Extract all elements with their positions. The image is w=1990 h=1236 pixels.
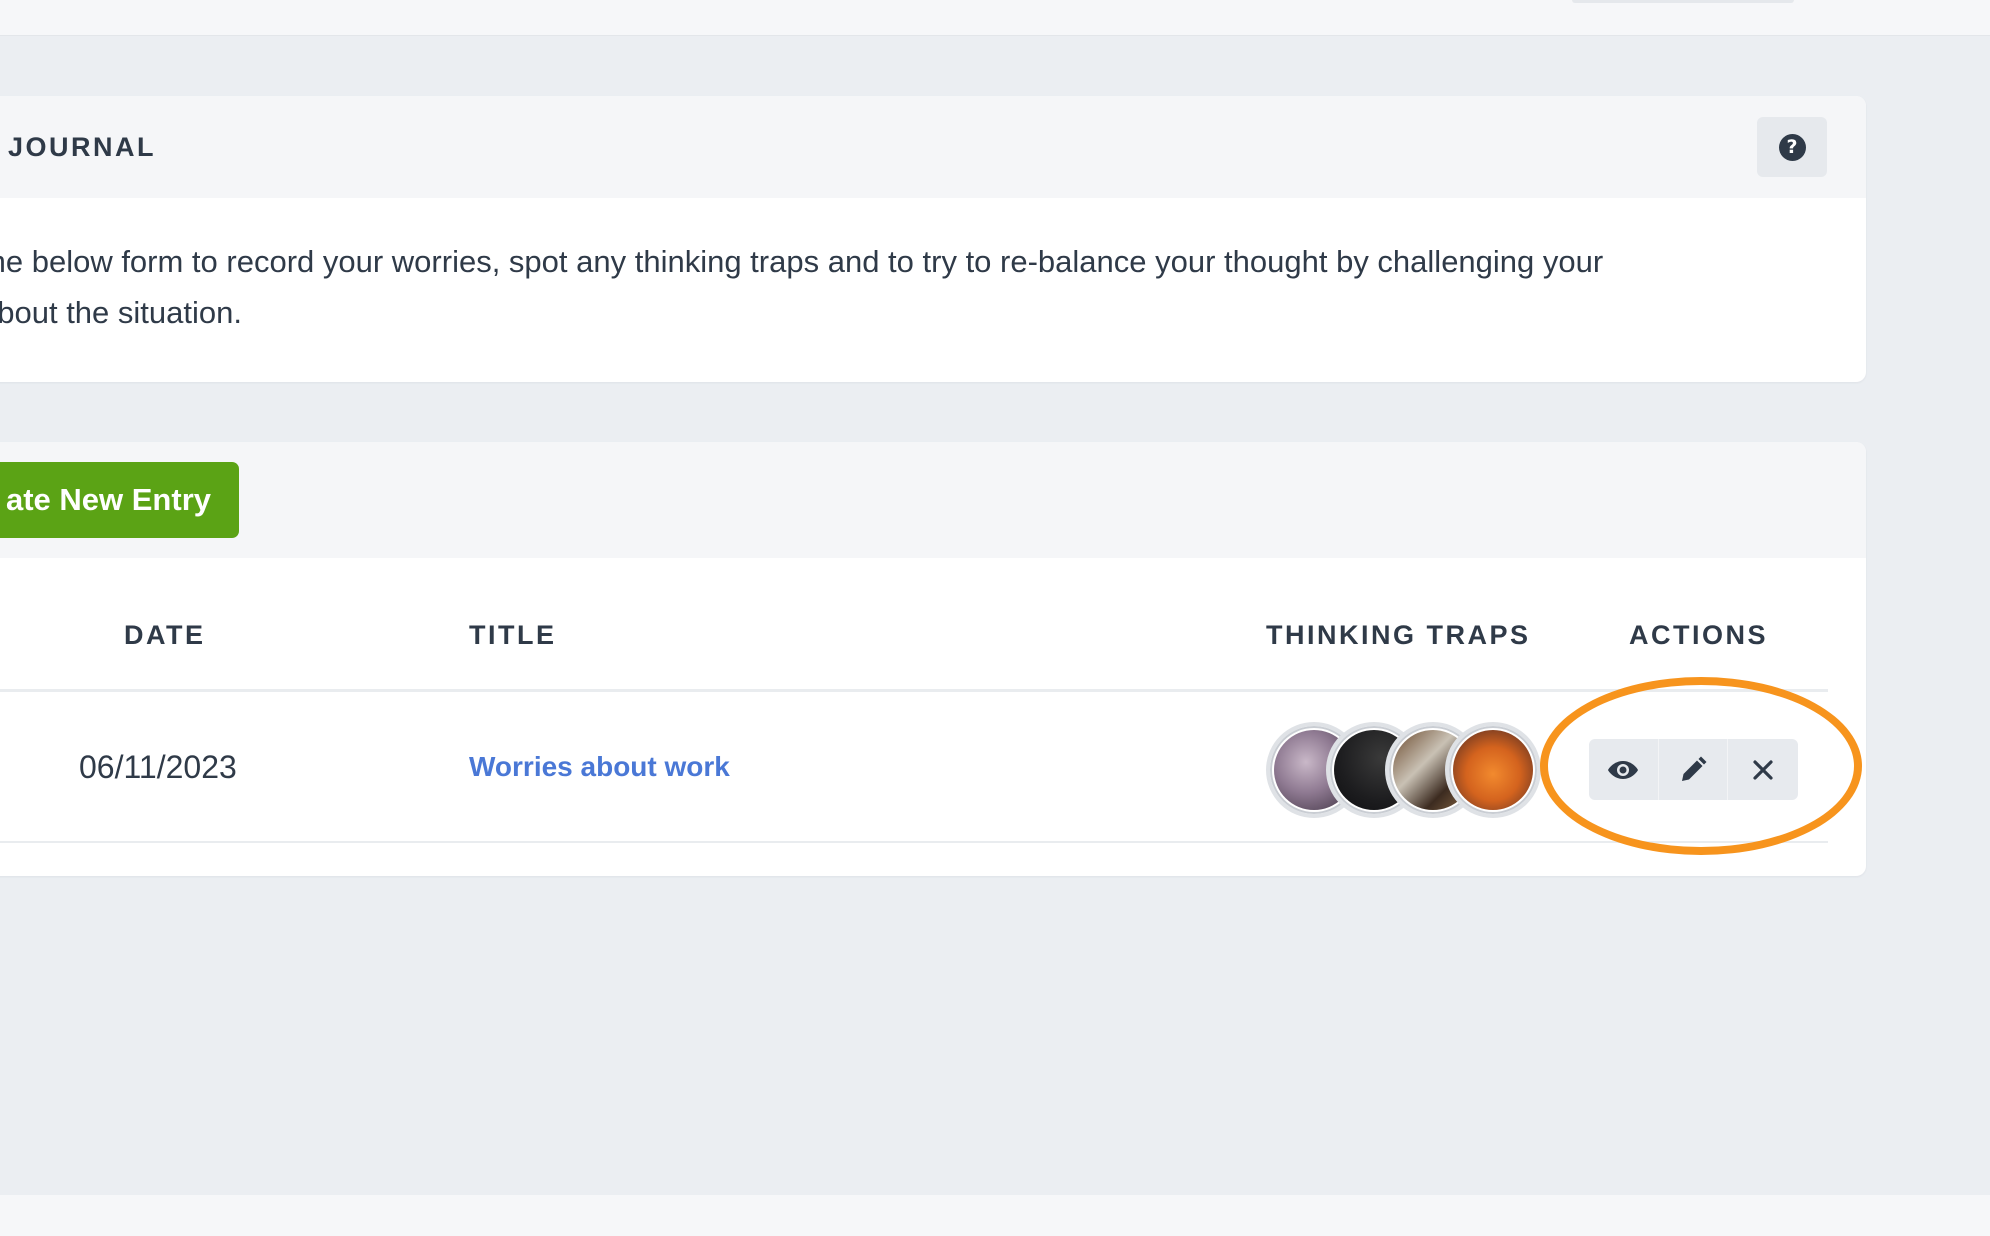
entry-date: 06/11/2023 xyxy=(79,749,237,785)
entries-card: ate New Entry DATE TITLE THINKING TRAPS … xyxy=(0,442,1866,876)
journal-intro: the below form to record your worries, s… xyxy=(0,236,1840,338)
create-new-entry-button[interactable]: ate New Entry xyxy=(0,462,239,538)
close-icon xyxy=(1753,759,1773,780)
help-button[interactable]: ? xyxy=(1757,117,1827,177)
view-button[interactable] xyxy=(1589,739,1659,800)
journal-intro-line-1: the below form to record your worries, s… xyxy=(0,244,1604,279)
top-bar-control[interactable] xyxy=(1572,0,1794,3)
thinking-traps-group xyxy=(1266,722,1566,818)
row-actions xyxy=(1589,739,1798,800)
footer-band xyxy=(0,1195,1990,1236)
question-circle-icon: ? xyxy=(1778,133,1806,161)
journal-title: JOURNAL xyxy=(8,132,157,162)
entries-toolbar: ate New Entry xyxy=(0,442,1866,558)
column-header-thinking-traps: THINKING TRAPS xyxy=(1266,620,1531,650)
trap-image-4 xyxy=(1453,730,1533,810)
eye-icon xyxy=(1608,760,1639,779)
column-header-date: DATE xyxy=(124,620,206,650)
delete-button[interactable] xyxy=(1728,739,1798,800)
journal-card: JOURNAL ? the below form to record your … xyxy=(0,96,1866,382)
thinking-trap-avatar[interactable] xyxy=(1445,722,1541,818)
column-header-actions: ACTIONS xyxy=(1629,620,1768,650)
table-row: 06/11/2023 Worries about work xyxy=(0,695,1828,843)
top-bar xyxy=(0,0,1990,36)
journal-intro-line-2: about the situation. xyxy=(0,295,242,330)
edit-button[interactable] xyxy=(1658,739,1729,800)
table-header: DATE TITLE THINKING TRAPS ACTIONS xyxy=(0,558,1828,692)
journal-card-header: JOURNAL ? xyxy=(0,96,1866,198)
entry-title-link[interactable]: Worries about work xyxy=(469,751,730,783)
pencil-icon xyxy=(1681,756,1707,781)
column-header-title: TITLE xyxy=(469,620,557,650)
